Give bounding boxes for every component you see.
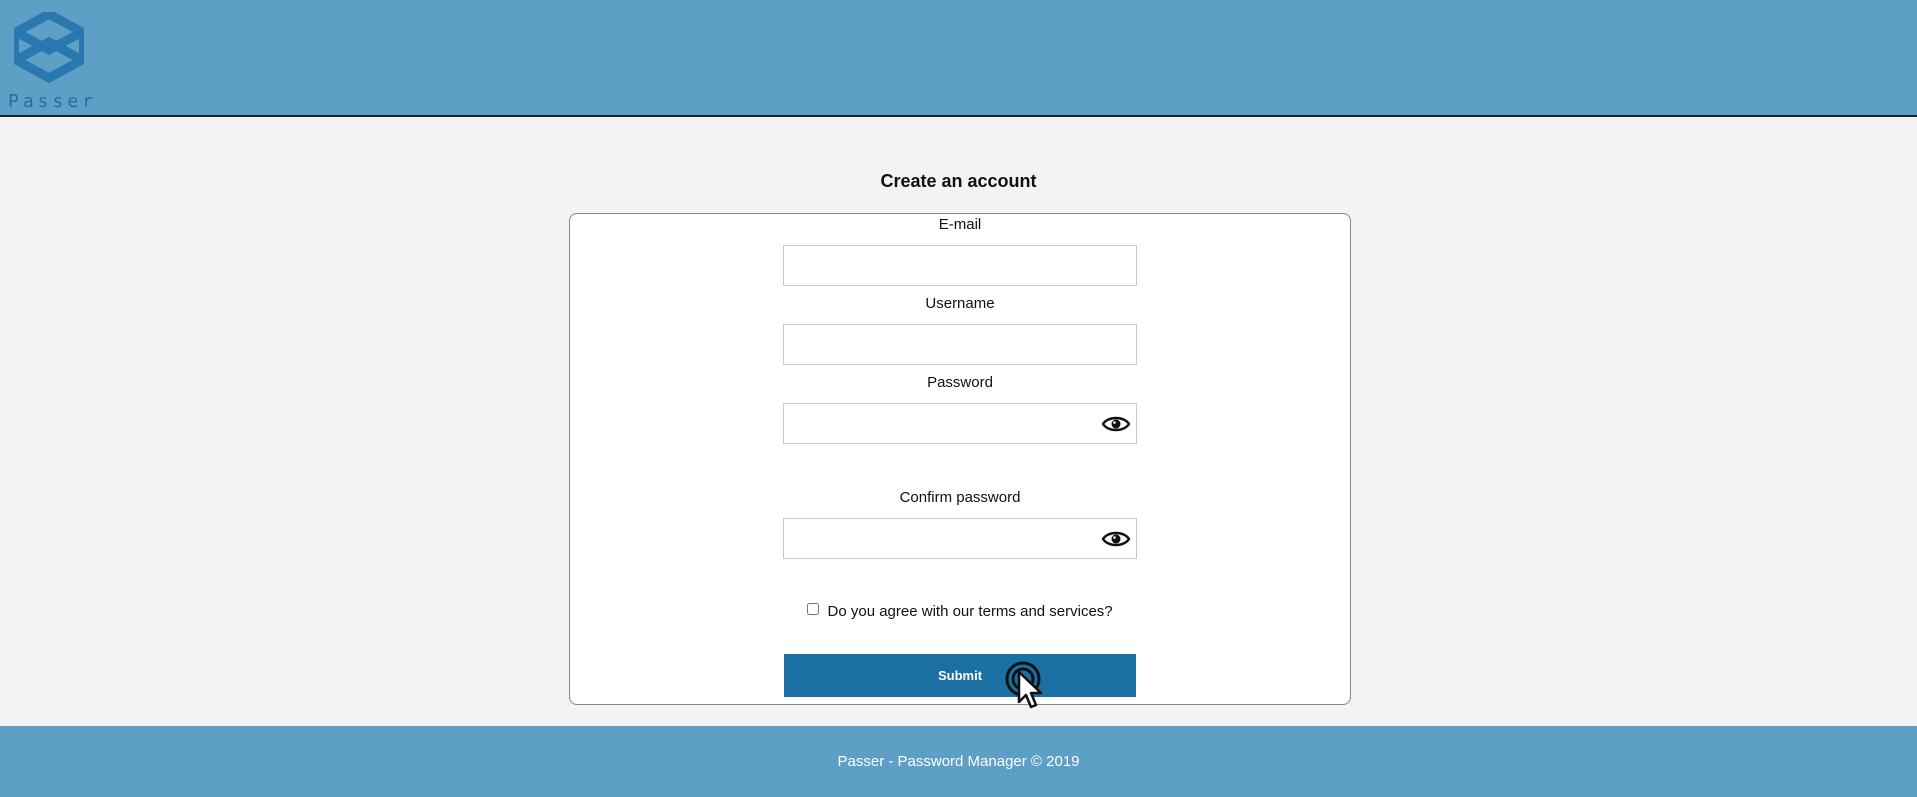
header: Passer [0,0,1917,117]
username-label: Username [925,295,995,312]
eye-icon[interactable] [1101,413,1131,435]
signup-form: E-mail Username Password Confirm passwor… [569,213,1351,705]
terms-checkbox[interactable] [807,603,820,615]
password-field-wrapper [783,403,1137,444]
password-field[interactable] [784,404,1136,443]
username-field-wrapper [783,324,1137,365]
logo-text: Passer [8,91,98,112]
email-field-wrapper [783,245,1137,286]
terms-label: Do you agree with our terms and services… [827,603,1113,620]
page-title: Create an account [880,171,1037,191]
confirm-password-field-wrapper [783,518,1137,559]
email-label: E-mail [938,216,982,233]
username-field[interactable] [784,325,1136,364]
eye-icon[interactable] [1101,528,1131,550]
password-label: Password [927,374,993,391]
submit-button[interactable]: Submit [784,654,1136,697]
terms-row: Do you agree with our terms and services… [570,603,1350,620]
confirm-password-field[interactable] [784,519,1136,558]
confirm-password-label: Confirm password [899,489,1021,506]
footer: Passer - Password Manager © 2019 [0,726,1917,797]
footer-text: Passer - Password Manager © 2019 [837,753,1080,770]
stacked-cube-icon [14,12,84,84]
logo[interactable]: Passer [8,12,93,112]
email-field[interactable] [784,246,1136,285]
